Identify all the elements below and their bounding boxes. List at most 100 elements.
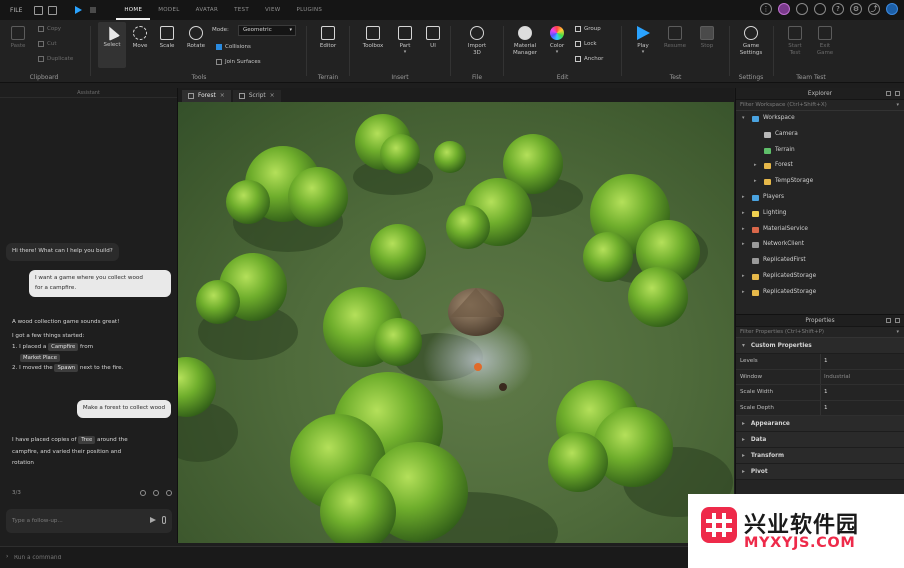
undock-icon[interactable] (886, 318, 891, 323)
chevron-right-icon[interactable]: ▸ (754, 174, 757, 190)
campfire-chip[interactable]: Campfire (48, 343, 79, 351)
explorer-item-players[interactable]: ▸ Players (736, 190, 904, 206)
section-data[interactable]: ▸ Data (736, 432, 904, 448)
material-manager-button[interactable]: Material Manager (511, 26, 539, 57)
tree-chip[interactable]: Tree (78, 436, 96, 444)
collisions-checkbox[interactable]: Collisions (216, 44, 251, 50)
explorer-item-lighting[interactable]: ▸ Lighting (736, 206, 904, 222)
chevron-right-icon[interactable]: ▸ (742, 206, 745, 222)
toolbox-button[interactable]: Toolbox (361, 26, 385, 49)
stop-button[interactable]: Stop (695, 26, 719, 49)
chevron-right-icon[interactable]: ▸ (742, 269, 745, 285)
explorer-item-networkclient[interactable]: ▸ NetworkClient (736, 237, 904, 253)
profile-icon[interactable] (886, 3, 898, 15)
select-tool-button[interactable]: Select (100, 24, 124, 48)
command-input[interactable] (14, 552, 314, 563)
microphone-icon[interactable] (162, 516, 166, 524)
followup-input[interactable] (12, 516, 132, 526)
chevron-right-icon[interactable]: ▸ (742, 222, 745, 238)
property-row[interactable]: Window Industrial (736, 369, 904, 385)
lock-button[interactable]: Lock (575, 41, 597, 47)
close-icon[interactable]: × (220, 90, 225, 102)
file-menu[interactable]: FILE (10, 7, 22, 14)
explorer-item-replicatedfirst[interactable]: ReplicatedFirst (736, 253, 904, 269)
market-place-chip[interactable]: Market Place (20, 353, 60, 362)
chevron-down-icon[interactable]: ▾ (896, 100, 899, 111)
close-icon[interactable] (895, 91, 900, 96)
explorer-item-replicatedstorage[interactable]: ▸ ReplicatedStorage (736, 269, 904, 285)
tab-script[interactable]: Script × (232, 90, 281, 102)
tab-view[interactable]: VIEW (257, 0, 289, 20)
play-button[interactable]: Play ▾ (631, 26, 655, 55)
tab-avatar[interactable]: AVATAR (188, 0, 226, 20)
property-row[interactable]: Scale Depth 1 (736, 400, 904, 416)
more-icon[interactable]: ⋮ (760, 3, 772, 15)
mode-dropdown[interactable]: Geometric ▾ (238, 25, 296, 36)
send-icon[interactable] (150, 517, 156, 523)
collaborator-icon[interactable] (796, 3, 808, 15)
move-tool-button[interactable]: Move (128, 26, 152, 49)
start-test-button[interactable]: Start Test (783, 26, 807, 57)
scale-tool-button[interactable]: Scale (155, 26, 179, 49)
section-transform[interactable]: ▸ Transform (736, 448, 904, 464)
import-3d-button[interactable]: Import 3D (465, 26, 489, 57)
rotate-tool-button[interactable]: Rotate (184, 26, 208, 49)
copy-icon[interactable] (166, 490, 172, 496)
terrain-editor-button[interactable]: Editor (316, 26, 340, 49)
close-icon[interactable]: × (270, 90, 275, 102)
section-custom-properties[interactable]: ▾ Custom Properties (736, 338, 904, 354)
tab-home[interactable]: HOME (116, 0, 151, 20)
color-button[interactable]: Color ▾ (545, 26, 569, 55)
explorer-item-terrain[interactable]: Terrain (736, 143, 904, 159)
tab-test[interactable]: TEST (226, 0, 257, 20)
explorer-item-workspace[interactable]: ▾ Workspace (736, 111, 904, 127)
anchor-button[interactable]: Anchor (575, 56, 603, 62)
tab-forest[interactable]: Forest × (182, 90, 231, 102)
chevron-down-icon[interactable]: ▾ (896, 327, 899, 338)
cut-button[interactable]: Cut (38, 41, 56, 47)
undock-icon[interactable] (886, 91, 891, 96)
explorer-item-tempstorage[interactable]: ▸ TempStorage (736, 174, 904, 190)
part-button[interactable]: Part ▾ (393, 26, 417, 55)
property-row[interactable]: Scale Width 1 (736, 385, 904, 401)
explorer-item-camera[interactable]: Camera (736, 127, 904, 143)
properties-filter[interactable]: Filter Properties (Ctrl+Shift+P) ▾ (736, 327, 904, 338)
thumbs-down-icon[interactable] (153, 490, 159, 496)
section-pivot[interactable]: ▸ Pivot (736, 464, 904, 480)
explorer-item-replicatedstorage[interactable]: ▸ ReplicatedStorage (736, 285, 904, 301)
property-row[interactable]: Levels 1 (736, 354, 904, 370)
join-surfaces-checkbox[interactable]: Join Surfaces (216, 59, 261, 65)
exit-game-button[interactable]: Exit Game (813, 26, 837, 57)
quick-stop-icon[interactable] (90, 7, 97, 13)
close-icon[interactable] (895, 318, 900, 323)
explorer-filter[interactable]: Filter Workspace (Ctrl+Shift+X) ▾ (736, 100, 904, 111)
tab-plugins[interactable]: PLUGINS (288, 0, 330, 20)
share-icon[interactable]: ⤴ (868, 3, 880, 15)
resume-button[interactable]: Resume (663, 26, 687, 49)
people-icon[interactable] (814, 3, 826, 15)
chevron-down-icon[interactable]: ▾ (742, 111, 745, 127)
paste-button[interactable]: Paste (6, 26, 30, 49)
explorer-item-materialservice[interactable]: ▸ MaterialService (736, 222, 904, 238)
thumbs-up-icon[interactable] (140, 490, 146, 496)
chevron-right-icon[interactable]: ▸ (742, 190, 745, 206)
spawn-chip[interactable]: Spawn (54, 364, 79, 372)
chevron-right-icon[interactable]: ▸ (742, 237, 745, 253)
copy-button[interactable]: Copy (38, 26, 61, 32)
game-settings-button[interactable]: Game Settings (736, 26, 766, 57)
settings-gear-icon[interactable]: ⚙ (850, 3, 862, 15)
section-appearance[interactable]: ▸ Appearance (736, 416, 904, 432)
layout-icon[interactable] (48, 5, 58, 15)
3d-viewport[interactable] (178, 102, 734, 543)
chevron-right-icon[interactable]: ▸ (754, 158, 757, 174)
avatar[interactable] (778, 3, 790, 15)
quick-play-icon[interactable] (75, 6, 83, 14)
window-icon[interactable] (34, 5, 44, 15)
chevron-right-icon[interactable]: ▸ (742, 285, 745, 301)
ui-button[interactable]: UI (421, 26, 445, 49)
help-icon[interactable]: ? (832, 3, 844, 15)
tab-model[interactable]: MODEL (150, 0, 187, 20)
group-button[interactable]: Group (575, 26, 601, 32)
duplicate-button[interactable]: Duplicate (38, 56, 73, 62)
explorer-item-forest[interactable]: ▸ Forest (736, 158, 904, 174)
